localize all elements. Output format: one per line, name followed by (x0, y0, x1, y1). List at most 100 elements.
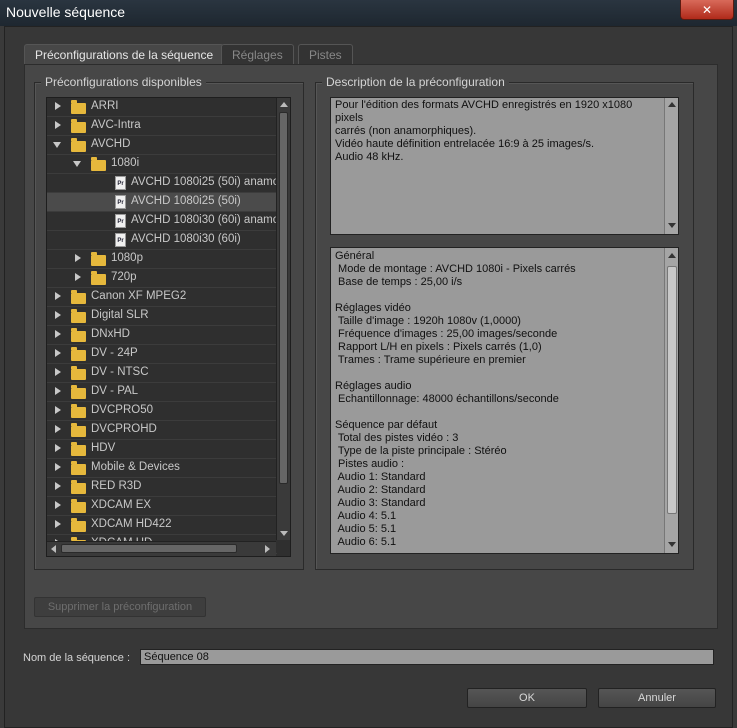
tree-horizontal-scrollbar[interactable] (47, 541, 276, 556)
details-scrollbar[interactable] (664, 248, 678, 553)
folder-icon (71, 480, 86, 494)
expanded-arrow-icon[interactable] (53, 142, 61, 148)
preset-folder-item[interactable]: 1080p (47, 250, 277, 269)
expanded-arrow-icon[interactable] (73, 161, 81, 167)
preset-file-item[interactable]: Pr AVCHD 1080i25 (50i) anamorphique (47, 174, 277, 193)
preset-file-item[interactable]: Pr AVCHD 1080i30 (60i) anamorphique (47, 212, 277, 231)
details-line: Base de temps : 25,00 i/s (335, 276, 463, 288)
preset-folder-item[interactable]: DV - PAL (47, 383, 277, 402)
folder-icon (91, 271, 106, 285)
folder-icon (71, 518, 86, 532)
details-line: Echantillonnage: 48000 échantillons/seco… (335, 393, 559, 405)
preset-folder-item[interactable]: AVCHD (47, 136, 277, 155)
desc-scroll-up-icon[interactable] (668, 102, 676, 107)
collapsed-arrow-icon[interactable] (55, 501, 61, 509)
collapsed-arrow-icon[interactable] (55, 102, 61, 110)
collapsed-arrow-icon[interactable] (75, 254, 81, 262)
description-line: Audio 48 kHz. (335, 151, 404, 163)
preset-item-label: Mobile & Devices (91, 461, 180, 473)
preset-folder-item[interactable]: Mobile & Devices (47, 459, 277, 478)
desc-scroll-down-icon[interactable] (668, 223, 676, 228)
collapsed-arrow-icon[interactable] (55, 444, 61, 452)
collapsed-arrow-icon[interactable] (55, 520, 61, 528)
sequence-name-label: Nom de la séquence : (23, 652, 131, 664)
preset-item-label: RED R3D (91, 480, 142, 492)
folder-icon (71, 138, 86, 152)
preset-folder-item[interactable]: DV - 24P (47, 345, 277, 364)
collapsed-arrow-icon[interactable] (55, 330, 61, 338)
tab-settings[interactable]: Réglages (221, 44, 294, 65)
preset-folder-item[interactable]: XDCAM EX (47, 497, 277, 516)
collapsed-arrow-icon[interactable] (55, 311, 61, 319)
preset-folder-item[interactable]: RED R3D (47, 478, 277, 497)
details-scroll-down-icon[interactable] (668, 542, 676, 547)
preset-folder-item[interactable]: DV - NTSC (47, 364, 277, 383)
preset-item-label: XDCAM EX (91, 499, 152, 511)
preset-tree: ARRI AVC-Intra AVCHD 1080i Pr AVCHD 1080i25 (… (46, 97, 291, 557)
preset-item-label: AVCHD (91, 138, 131, 150)
collapsed-arrow-icon[interactable] (55, 349, 61, 357)
delete-preset-button[interactable]: Supprimer la préconfiguration (34, 597, 206, 617)
preset-file-item[interactable]: Pr AVCHD 1080i25 (50i) (47, 193, 277, 212)
description-line: Vidéo haute définition entrelacée 16:9 à… (335, 138, 595, 150)
preset-folder-item[interactable]: DVCPROHD (47, 421, 277, 440)
details-line: Audio 4: 5.1 (335, 510, 397, 522)
collapsed-arrow-icon[interactable] (75, 273, 81, 281)
folder-icon (71, 347, 86, 361)
preset-item-label: DVCPROHD (91, 423, 157, 435)
tab-tracks[interactable]: Pistes (298, 44, 353, 65)
preset-item-label: Canon XF MPEG2 (91, 290, 187, 302)
preset-folder-item[interactable]: ARRI (47, 98, 277, 117)
ok-button[interactable]: OK (467, 688, 587, 708)
scroll-up-icon[interactable] (280, 102, 288, 107)
collapsed-arrow-icon[interactable] (55, 463, 61, 471)
close-button[interactable]: ✕ (680, 0, 734, 20)
folder-icon (71, 404, 86, 418)
description-scrollbar[interactable] (664, 98, 678, 234)
tree-hscroll-thumb[interactable] (61, 544, 237, 553)
details-line: Audio 3: Standard (335, 497, 426, 509)
details-line: Audio 5: 5.1 (335, 523, 397, 535)
preset-folder-item[interactable]: HDV (47, 440, 277, 459)
close-icon: ✕ (701, 2, 713, 17)
collapsed-arrow-icon[interactable] (55, 121, 61, 129)
folder-icon (71, 461, 86, 475)
preset-file-item[interactable]: Pr AVCHD 1080i30 (60i) (47, 231, 277, 250)
preset-item-label: AVC-Intra (91, 119, 141, 131)
preset-folder-item[interactable]: 720p (47, 269, 277, 288)
collapsed-arrow-icon[interactable] (55, 368, 61, 376)
cancel-button[interactable]: Annuler (598, 688, 716, 708)
details-line: Audio 6: 5.1 (335, 536, 397, 548)
folder-icon (71, 423, 86, 437)
details-line: Réglages audio (335, 380, 412, 392)
tree-scroll-thumb[interactable] (279, 112, 288, 484)
tab-sequence-presets[interactable]: Préconfigurations de la séquence (24, 44, 225, 65)
preset-folder-item[interactable]: Canon XF MPEG2 (47, 288, 277, 307)
available-presets-title: Préconfigurations disponibles (41, 75, 206, 89)
scroll-down-icon[interactable] (280, 531, 288, 536)
description-line: carrés (non anamorphiques). (335, 125, 477, 137)
preset-folder-item[interactable]: DVCPRO50 (47, 402, 277, 421)
preset-folder-item[interactable]: XDCAM HD422 (47, 516, 277, 535)
preset-folder-item[interactable]: DNxHD (47, 326, 277, 345)
details-line: Mode de montage : AVCHD 1080i - Pixels c… (335, 263, 576, 275)
collapsed-arrow-icon[interactable] (55, 482, 61, 490)
sequence-name-input[interactable]: Séquence 08 (140, 649, 714, 665)
preset-description-box: Pour l'édition des formats AVCHD enregis… (330, 97, 679, 235)
preset-item-label: ARRI (91, 100, 119, 112)
scroll-left-icon[interactable] (51, 545, 56, 553)
preset-folder-item[interactable]: Digital SLR (47, 307, 277, 326)
collapsed-arrow-icon[interactable] (55, 425, 61, 433)
details-spacer (335, 367, 661, 380)
scroll-right-icon[interactable] (265, 545, 270, 553)
details-line: Fréquence d'images : 25,00 images/second… (335, 328, 558, 340)
collapsed-arrow-icon[interactable] (55, 406, 61, 414)
collapsed-arrow-icon[interactable] (55, 387, 61, 395)
preset-item-label: DV - PAL (91, 385, 139, 397)
details-scroll-thumb[interactable] (667, 266, 677, 514)
preset-folder-item[interactable]: AVC-Intra (47, 117, 277, 136)
details-scroll-up-icon[interactable] (668, 253, 676, 258)
preset-folder-item[interactable]: 1080i (47, 155, 277, 174)
collapsed-arrow-icon[interactable] (55, 292, 61, 300)
tree-vertical-scrollbar[interactable] (276, 98, 290, 540)
